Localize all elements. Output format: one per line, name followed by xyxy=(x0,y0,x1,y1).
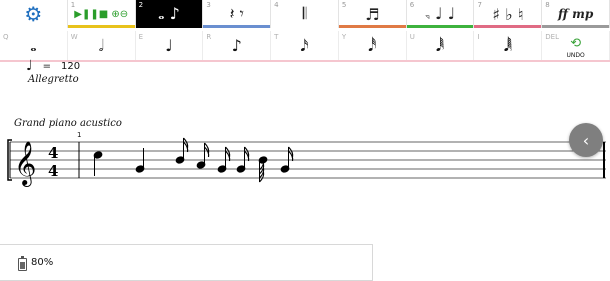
tab-1[interactable]: 1 ▶❚❚■ ⊕⊖ xyxy=(67,0,136,28)
key-shortcut-label: I xyxy=(477,33,480,41)
tab-color-bar xyxy=(542,25,610,28)
key-shortcut-label: R xyxy=(206,33,212,41)
key-shortcut-label: Y xyxy=(341,33,347,41)
key-shortcut-label: DEL xyxy=(545,33,559,41)
note-value-keys: Q 𝅝 W 𝅗𝅥 E ♩ R ♪ T 𝅘𝅥𝅯 Y 𝅘𝅥𝅰 U 𝅘𝅥𝅱 I 𝅘𝅥𝅲 DEL ⟲ UNDO xyxy=(0,31,610,60)
battery-level: 80% xyxy=(31,257,54,268)
undo-label: UNDO xyxy=(566,52,585,59)
tab-6[interactable]: 6 𝅐 ♩ ♩ xyxy=(406,0,475,28)
tab-number: 7 xyxy=(477,1,482,9)
category-tabs: ⚙ 1 ▶❚❚■ ⊕⊖ 2 𝅝 ♪ 3 𝄽 𝄾 4 𝄃 5 ♬ 6 𝅐 ♩ ♩ 7 ♯ ♭ ♮ 8 ff mp xyxy=(0,0,610,28)
tempo-value: 120 xyxy=(61,60,81,72)
whole-note-icon: 𝅝 xyxy=(30,35,37,55)
treble-clef-icon: 𝄞 xyxy=(14,141,36,187)
note-quarter-b xyxy=(93,151,103,176)
tab-4[interactable]: 4 𝄃 xyxy=(271,0,339,28)
undo-icon: ⟲ xyxy=(570,36,582,51)
note-sixteenth-2 xyxy=(196,142,210,169)
undo-button[interactable]: DEL ⟲ UNDO xyxy=(542,31,610,60)
chevron-left-icon: ‹ xyxy=(582,130,590,150)
status-panel: 80% xyxy=(0,244,373,281)
time-signature-top: 4 xyxy=(48,144,58,162)
note-key-w[interactable]: W 𝅗𝅥 xyxy=(68,31,136,60)
tab-number: 5 xyxy=(341,1,347,9)
tab-color-bar xyxy=(338,25,406,28)
key-shortcut-label: W xyxy=(70,33,78,41)
battery-icon xyxy=(18,256,27,271)
sixty-fourth-note-icon: 𝅘𝅥𝅱 xyxy=(435,35,445,55)
articulations-icon: 𝅐 ♩ ♩ xyxy=(424,4,456,23)
tab-color-bar xyxy=(67,25,135,28)
note-key-r[interactable]: R ♪ xyxy=(203,31,272,60)
staff-lines xyxy=(10,141,606,179)
note-quarter-e xyxy=(135,148,145,173)
note-key-e[interactable]: E ♩ xyxy=(136,31,204,60)
instrument-name[interactable]: Grand piano acustico xyxy=(14,118,122,129)
thirty-second-note-icon: 𝅘𝅥𝅰 xyxy=(368,35,377,55)
tab-5[interactable]: 5 ♬ xyxy=(338,0,407,28)
hundred-twenty-eighth-note-icon: 𝅘𝅥𝅲 xyxy=(503,35,513,55)
tab-number: 2 xyxy=(138,1,144,9)
tab-number: 1 xyxy=(70,1,76,9)
note-key-t[interactable]: T 𝅘𝅥𝅯 xyxy=(271,31,339,60)
key-shortcut-label: T xyxy=(274,33,279,41)
quarter-note-icon: ♩ xyxy=(165,36,173,55)
tab-8[interactable]: 8 ff mp xyxy=(542,0,610,28)
tab-color-bar xyxy=(135,25,203,28)
tab-color-bar xyxy=(203,25,271,28)
playback-controls-icon: ▶❚❚■ ⊕⊖ xyxy=(74,8,129,20)
key-shortcut-label: E xyxy=(138,33,143,41)
tab-color-bar xyxy=(474,25,542,28)
tempo-text[interactable]: Allegretto xyxy=(28,74,79,85)
tempo-marking[interactable]: ♩ = 120 xyxy=(26,58,80,74)
beams-icon: ♬ xyxy=(365,4,380,24)
key-shortcut-label: U xyxy=(409,33,415,41)
notes-icon: 𝅝 ♪ xyxy=(158,4,180,23)
tab-number: 8 xyxy=(545,1,550,9)
barline-icon: 𝄃 xyxy=(302,4,307,23)
rests-icon: 𝄽 𝄾 xyxy=(229,4,244,23)
tab-number: 3 xyxy=(206,1,211,9)
note-key-q[interactable]: Q 𝅝 xyxy=(0,31,68,60)
quarter-note-icon: ♩ xyxy=(26,58,33,74)
tab-color-bar xyxy=(271,25,338,28)
note-key-y[interactable]: Y 𝅘𝅥𝅰 xyxy=(339,31,407,60)
tab-color-bar xyxy=(406,25,474,28)
note-key-u[interactable]: U 𝅘𝅥𝅱 xyxy=(407,31,475,60)
eighth-note-icon: ♪ xyxy=(231,36,242,55)
tab-number: 4 xyxy=(274,1,279,9)
collapse-panel-button[interactable]: ‹ xyxy=(569,123,603,157)
gear-icon: ⚙ xyxy=(24,2,43,26)
dynamics-icon: ff mp xyxy=(558,7,594,21)
note-key-i[interactable]: I 𝅘𝅥𝅲 xyxy=(474,31,543,60)
tab-7[interactable]: 7 ♯ ♭ ♮ xyxy=(474,0,543,28)
tab-3[interactable]: 3 𝄽 𝄾 xyxy=(203,0,272,28)
tab-color-bar xyxy=(0,25,67,28)
toolbar: ⚙ 1 ▶❚❚■ ⊕⊖ 2 𝅝 ♪ 3 𝄽 𝄾 4 𝄃 5 ♬ 6 𝅐 ♩ ♩ 7 ♯ ♭ ♮ 8 ff mp … xyxy=(0,0,610,62)
accidentals-icon: ♯ ♭ ♮ xyxy=(492,4,524,24)
tab-0[interactable]: ⚙ xyxy=(0,0,68,28)
key-shortcut-label: Q xyxy=(3,33,9,41)
half-note-icon: 𝅗𝅥 xyxy=(98,35,104,55)
time-signature-bottom: 4 xyxy=(48,162,58,180)
toolbar-divider xyxy=(0,60,610,62)
tab-number: 6 xyxy=(409,1,415,9)
tempo-equals: = xyxy=(42,60,51,72)
sixteenth-note-icon: 𝅘𝅥𝅯 xyxy=(300,35,309,55)
staff[interactable]: 𝄞 4 4 xyxy=(0,130,610,190)
tab-2[interactable]: 2 𝅝 ♪ xyxy=(135,0,204,28)
